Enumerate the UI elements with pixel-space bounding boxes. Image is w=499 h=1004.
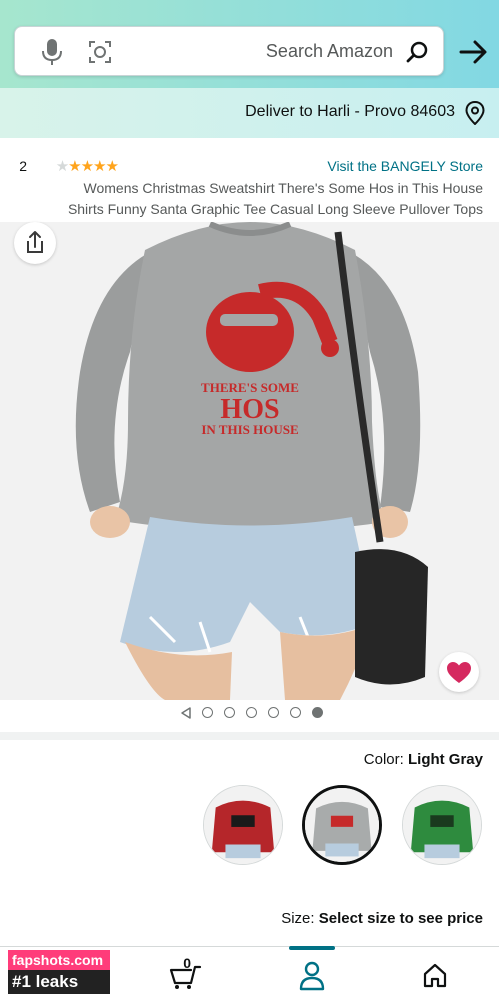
microphone-icon[interactable] (41, 37, 63, 67)
cart-count: 0 (183, 955, 191, 971)
search-input[interactable]: Search Amazon (266, 41, 393, 62)
size-label: Size: (281, 910, 315, 927)
active-tab-indicator (289, 946, 335, 950)
size-selection-label[interactable]: Size: Select size to see price (281, 910, 483, 927)
deliver-to-text[interactable]: Deliver to Harli - Provo 84603 (245, 103, 455, 121)
carousel-dot[interactable] (268, 707, 279, 718)
watermark-line-2: #1 leaks (8, 970, 110, 994)
rating-count[interactable]: 2 (19, 158, 27, 174)
rating-stars: ★★★★★ (56, 158, 119, 175)
swatch-light-gray-image (305, 788, 379, 862)
header: Search Amazon (0, 0, 499, 88)
account-icon[interactable] (298, 959, 326, 991)
color-value: Light Gray (407, 751, 483, 768)
location-pin-icon (465, 101, 485, 125)
color-label: Color: (363, 751, 404, 768)
back-arrow-icon[interactable] (455, 36, 491, 68)
print-line-2: HOS (220, 394, 279, 425)
cart-button[interactable]: 0 (167, 955, 203, 991)
carousel-dot[interactable] (224, 707, 235, 718)
product-title-line-2: Shirts Funny Santa Graphic Tee Casual Lo… (67, 201, 483, 217)
store-link[interactable]: Visit the BANGELY Store (327, 158, 483, 174)
color-swatch-green[interactable] (402, 785, 482, 865)
carousel-dot[interactable] (312, 707, 323, 718)
color-selection-label: Color: Light Gray (364, 751, 483, 768)
swatch-green-image (403, 786, 481, 864)
section-divider (0, 732, 499, 740)
image-carousel-dots (173, 705, 323, 721)
mirrored-page: Search Amazon Deliver to Harli - Provo 8… (0, 0, 499, 1004)
product-photo: THERE'S SOME HOS IN THIS HOUSE (0, 222, 499, 700)
share-icon (27, 231, 43, 253)
color-swatch-light-gray[interactable] (302, 785, 382, 865)
swatch-red-image (204, 786, 282, 864)
rating[interactable]: ★★★★★ 2 (9, 157, 119, 175)
product-title-line-1: Womens Christmas Sweatshirt There's Some… (83, 180, 484, 196)
wishlist-button[interactable] (439, 652, 479, 692)
share-button[interactable] (14, 222, 56, 264)
carousel-dot[interactable] (202, 707, 213, 718)
deliver-to-bar[interactable]: Deliver to Harli - Provo 84603 (0, 88, 499, 138)
carousel-dot[interactable] (290, 707, 301, 718)
camera-search-icon[interactable] (87, 39, 113, 65)
print-line-1: THERE'S SOME (201, 380, 299, 395)
search-bar[interactable]: Search Amazon (14, 26, 444, 76)
carousel-dot[interactable] (246, 707, 257, 718)
print-line-3: IN THIS HOUSE (201, 422, 298, 437)
product-image[interactable]: THERE'S SOME HOS IN THIS HOUSE (0, 222, 499, 700)
home-icon[interactable] (421, 961, 449, 989)
color-swatch-red[interactable] (203, 785, 283, 865)
size-value[interactable]: Select size to see price (319, 910, 483, 927)
heart-icon (447, 662, 471, 683)
search-icon[interactable] (405, 40, 429, 64)
watermark: fapshots.com #1 leaks (8, 950, 110, 996)
video-play-icon[interactable] (180, 706, 192, 720)
watermark-line-1: fapshots.com (8, 950, 110, 970)
